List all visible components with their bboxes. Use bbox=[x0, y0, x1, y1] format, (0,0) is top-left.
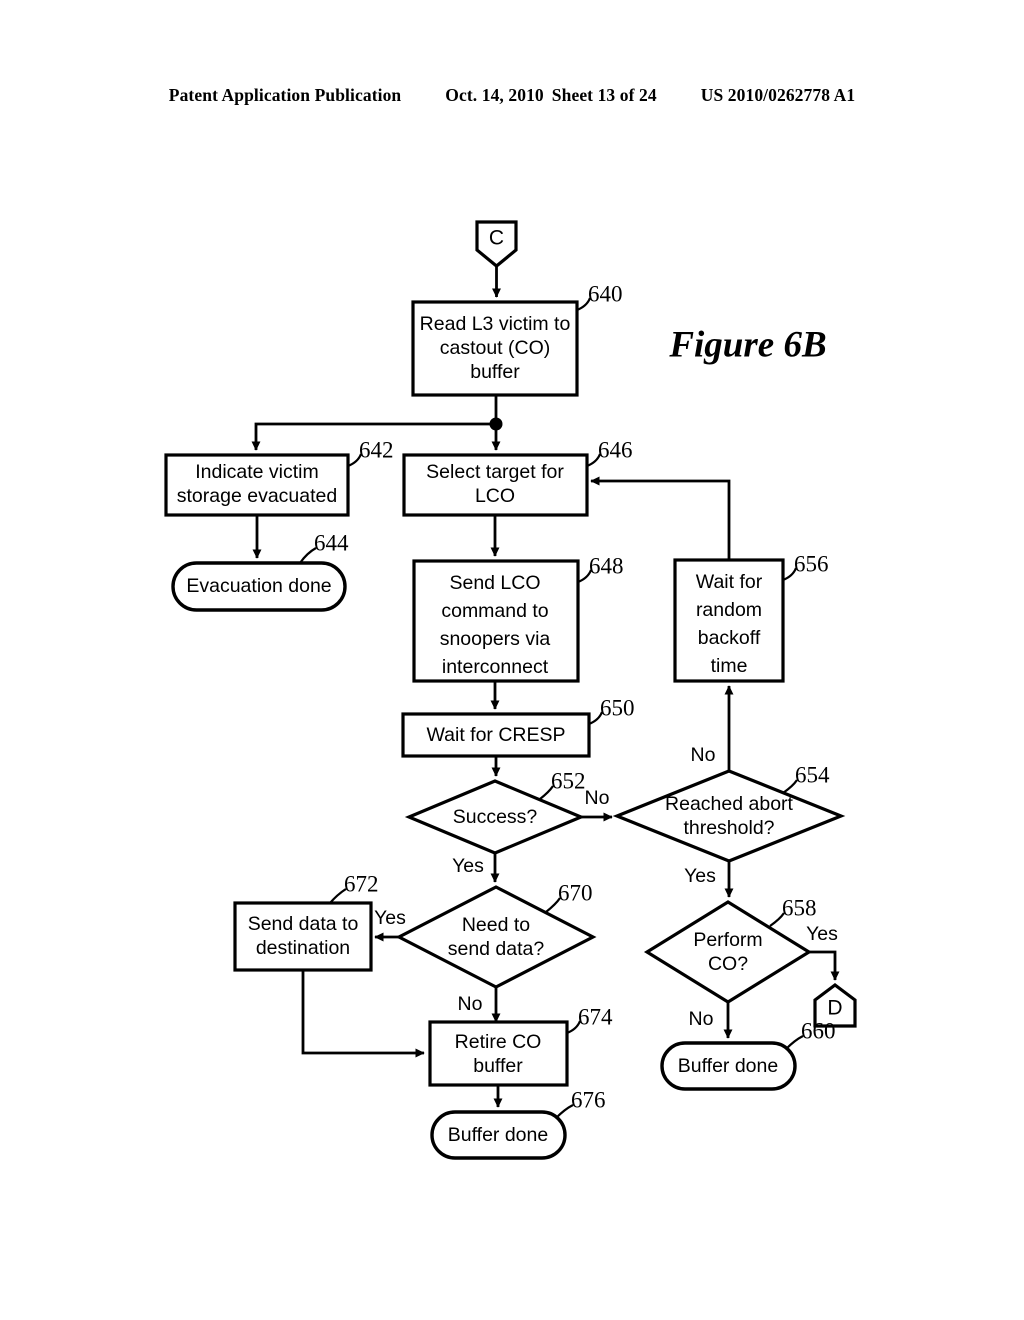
edge-672-to-674 bbox=[301, 970, 425, 1058]
ref-674: 674 bbox=[578, 1004, 613, 1029]
node-674-line1: Retire CO bbox=[455, 1031, 542, 1053]
node-652-label: Success? bbox=[453, 806, 538, 828]
node-648-line2: command to bbox=[441, 600, 548, 622]
node-676: Buffer done bbox=[430, 1110, 567, 1160]
ref-642: 642 bbox=[359, 437, 394, 462]
node-660-label: Buffer done bbox=[678, 1055, 778, 1077]
branch-652-yes: Yes bbox=[452, 855, 484, 877]
node-672-line2: destination bbox=[256, 937, 350, 959]
node-656-line2: random bbox=[696, 599, 762, 621]
node-644: Evacuation done bbox=[171, 561, 347, 612]
node-672-line1: Send data to bbox=[248, 913, 359, 935]
node-670-line2: send data? bbox=[448, 938, 545, 960]
node-646-line1: Select target for bbox=[426, 461, 564, 483]
node-670-line1: Need to bbox=[462, 914, 530, 936]
branch-652-no: No bbox=[585, 787, 610, 809]
node-646: Select target for LCO bbox=[402, 453, 589, 517]
edge-658-yes-to-d bbox=[809, 950, 840, 981]
connector-d-label: D bbox=[827, 997, 842, 1020]
node-648-line1: Send LCO bbox=[449, 572, 540, 594]
connector-c: C bbox=[475, 220, 518, 269]
node-640-line2: castout (CO) bbox=[440, 337, 551, 359]
ref-650: 650 bbox=[600, 695, 635, 720]
node-660: Buffer done bbox=[660, 1041, 797, 1091]
node-672: Send data to destination bbox=[233, 901, 373, 972]
node-648: Send LCO command to snoopers via interco… bbox=[412, 559, 580, 683]
branch-654-no: No bbox=[691, 744, 716, 766]
ref-660: 660 bbox=[801, 1018, 836, 1043]
node-674-line2: buffer bbox=[473, 1055, 523, 1077]
node-650-label: Wait for CRESP bbox=[426, 724, 565, 746]
ref-656: 656 bbox=[794, 551, 829, 576]
node-656-line3: backoff bbox=[698, 627, 761, 649]
ref-640: 640 bbox=[588, 281, 623, 306]
node-640-line3: buffer bbox=[470, 361, 520, 383]
node-676-label: Buffer done bbox=[448, 1124, 548, 1146]
flowchart-figure: Figure 6B C Read L3 victim to castout (C… bbox=[0, 0, 1024, 1320]
node-642-line2: storage evacuated bbox=[177, 485, 337, 507]
node-656-line4: time bbox=[711, 655, 748, 677]
ref-652: 652 bbox=[551, 768, 586, 793]
edge-656-to-646-feedback bbox=[590, 476, 731, 560]
node-674: Retire CO buffer bbox=[428, 1020, 569, 1087]
branch-658-no: No bbox=[689, 1008, 714, 1030]
node-656-line1: Wait for bbox=[696, 571, 763, 593]
node-654-line1: Reached abort bbox=[665, 793, 794, 815]
node-656: Wait for random backoff time bbox=[673, 558, 785, 683]
ref-648: 648 bbox=[589, 553, 624, 578]
node-658-line2: CO? bbox=[708, 953, 748, 975]
branch-654-yes: Yes bbox=[684, 865, 716, 887]
node-648-line4: interconnect bbox=[442, 656, 549, 678]
ref-644: 644 bbox=[314, 530, 349, 555]
node-646-line2: LCO bbox=[475, 485, 515, 507]
ref-646: 646 bbox=[598, 437, 633, 462]
branch-670-no: No bbox=[458, 993, 483, 1015]
node-658-line1: Perform bbox=[693, 929, 762, 951]
branch-670-yes: Yes bbox=[374, 907, 406, 929]
branch-658-yes: Yes bbox=[806, 923, 838, 945]
connector-c-label: C bbox=[489, 227, 504, 250]
node-642: Indicate victim storage evacuated bbox=[164, 453, 350, 517]
node-650: Wait for CRESP bbox=[401, 712, 591, 758]
node-642-line1: Indicate victim bbox=[195, 461, 319, 483]
node-644-label: Evacuation done bbox=[186, 575, 331, 597]
node-640: Read L3 victim to castout (CO) buffer bbox=[411, 300, 579, 397]
node-640-line1: Read L3 victim to bbox=[420, 313, 571, 335]
ref-658: 658 bbox=[782, 895, 817, 920]
ref-676: 676 bbox=[571, 1087, 606, 1112]
node-654-line2: threshold? bbox=[683, 817, 774, 839]
ref-670: 670 bbox=[558, 880, 593, 905]
ref-672: 672 bbox=[344, 871, 379, 896]
node-648-line3: snoopers via bbox=[440, 628, 551, 650]
figure-title: Figure 6B bbox=[668, 324, 826, 365]
ref-654: 654 bbox=[795, 762, 830, 787]
